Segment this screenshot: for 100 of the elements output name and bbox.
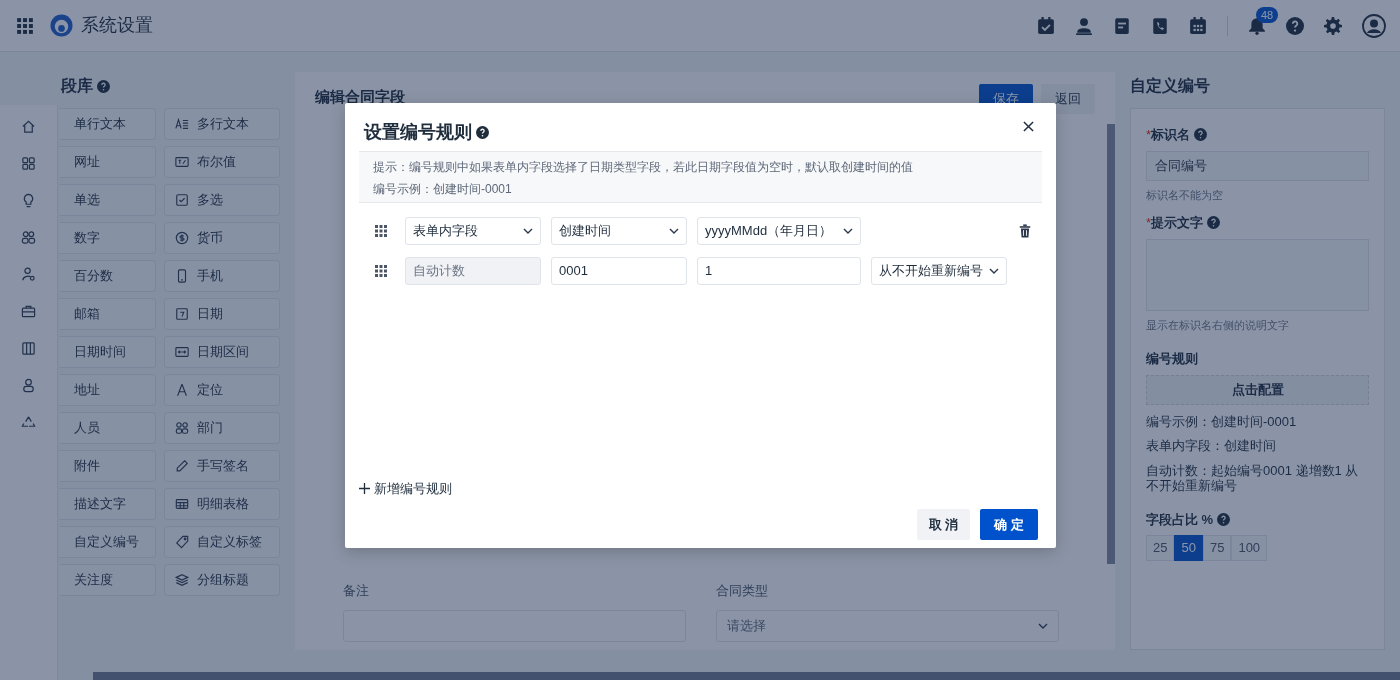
rail-person-settings-icon — [21, 267, 36, 282]
field-type-button[interactable]: 手写签名 — [164, 450, 280, 482]
add-rule-link[interactable]: 新增编号规则 — [359, 479, 452, 499]
segment-option[interactable]: 50 — [1174, 535, 1203, 561]
field-type-button[interactable]: 单选 — [59, 184, 156, 216]
help-text: 显示在标识名右侧的说明文字 — [1146, 317, 1290, 333]
summary-text: 编号示例：创建时间-0001 — [1146, 413, 1298, 430]
field-type-button[interactable]: 人员 — [59, 412, 156, 444]
rail-recycle-icon — [21, 415, 36, 430]
field-type-button[interactable]: 货币 — [164, 222, 280, 254]
drag-handle-icon — [375, 225, 387, 237]
field-label: 字段占比 % — [1146, 510, 1214, 529]
help-icon — [476, 125, 489, 139]
app-title: 系统设置 — [81, 14, 153, 37]
rail-home-icon — [21, 119, 36, 134]
field-type-button[interactable]: 描述文字 — [59, 488, 156, 520]
help-icon — [97, 79, 110, 93]
field-type-button[interactable]: 单行文本 — [59, 108, 156, 140]
input-field[interactable]: 0001 — [551, 257, 687, 285]
caret-icon — [843, 226, 853, 236]
input-field[interactable]: 1 — [697, 257, 861, 285]
rail-lightbulb-icon — [21, 193, 36, 208]
modal-title: 设置编号规则 — [364, 120, 472, 144]
apps-grid-icon — [16, 16, 34, 35]
field-type-button[interactable]: 百分数 — [59, 260, 156, 292]
select-field[interactable]: yyyyMMdd（年月日） — [697, 217, 861, 245]
field-label: *标识名 — [1146, 126, 1191, 144]
avatar-icon[interactable] — [1362, 13, 1386, 38]
layers-icon — [175, 573, 189, 587]
caret-icon — [989, 266, 999, 276]
field-type-button[interactable]: 数字 — [59, 222, 156, 254]
logo-icon — [50, 14, 73, 37]
coin-icon — [175, 231, 189, 245]
text-lines-icon — [175, 117, 189, 131]
back-button[interactable]: 返回 — [1041, 84, 1095, 114]
drag-handle-icon — [375, 265, 387, 277]
confirm-button[interactable]: 确 定 — [980, 508, 1038, 540]
field-type-button[interactable]: 布尔值 — [164, 146, 280, 178]
field-type-button[interactable]: 附件 — [59, 450, 156, 482]
configure-button[interactable]: 点击配置 — [1146, 374, 1369, 405]
input-field[interactable]: 合同编号 — [1146, 150, 1369, 181]
segment-option[interactable]: 100 — [1231, 535, 1268, 561]
calendar-icon — [175, 307, 189, 321]
field-type-button[interactable]: 多行文本 — [164, 108, 280, 140]
people-icon — [175, 421, 189, 435]
field-label: 备注 — [343, 581, 370, 600]
field-type-button[interactable]: 分组标题 — [164, 564, 280, 596]
field-type-button[interactable]: 关注度 — [59, 564, 156, 596]
field-type-button[interactable]: 部门 — [164, 412, 280, 444]
field-type-button[interactable]: 日期区间 — [164, 336, 280, 368]
notification-badge: 48 — [1256, 6, 1279, 23]
panel-title: 自定义编号 — [1130, 76, 1211, 96]
summary-text: 表单内字段：创建时间 — [1146, 438, 1277, 454]
field-type-button[interactable]: 定位 — [164, 374, 280, 406]
cancel-button[interactable]: 取 消 — [916, 508, 971, 540]
pencil-icon — [175, 459, 189, 473]
rail-user-icon — [21, 378, 36, 393]
field-type-button[interactable]: 明细表格 — [164, 488, 280, 520]
scrollbar[interactable] — [1107, 124, 1115, 564]
select-field[interactable]: 从不开始重新编号 — [871, 257, 1007, 285]
help-icon — [1286, 16, 1304, 35]
rail-grid-icon — [21, 156, 36, 171]
checkbox-icon — [175, 193, 189, 207]
help-icon — [1217, 513, 1231, 527]
field-type-button[interactable]: 邮箱 — [59, 298, 156, 330]
phone-icon — [175, 269, 189, 283]
help-text: 标识名不能为空 — [1146, 187, 1224, 203]
table-icon — [175, 497, 189, 511]
rail-people-icon — [21, 230, 36, 245]
rail-briefcase-icon — [21, 304, 36, 319]
close-icon — [1023, 121, 1034, 132]
person-icon — [1075, 16, 1093, 35]
segment-option[interactable]: 25 — [1146, 535, 1175, 561]
field-type-button[interactable]: 日期 — [164, 298, 280, 330]
field-type-button[interactable]: 自定义编号 — [59, 526, 156, 558]
hint-text: 编号示例：创建时间-0001 — [373, 181, 513, 198]
select-field[interactable]: 表单内字段 — [405, 217, 541, 245]
field-type-button[interactable]: 多选 — [164, 184, 280, 216]
caret-icon — [669, 226, 679, 236]
field-type-button[interactable]: 网址 — [59, 146, 156, 178]
calendar-icon — [1189, 16, 1207, 35]
range-icon — [175, 345, 189, 359]
field-type-button[interactable]: 日期时间 — [59, 336, 156, 368]
select-field[interactable]: 请选择 — [716, 610, 1059, 642]
switch-box-icon — [175, 155, 189, 169]
hint-text: 提示：编号规则中如果表单内字段选择了日期类型字段，若此日期字段值为空时，默认取创建时间的值 — [373, 159, 914, 176]
segment-option[interactable]: 75 — [1202, 535, 1232, 561]
section-label: 编号规则 — [1146, 350, 1199, 368]
phone-book-icon — [1151, 16, 1169, 35]
field-type-button[interactable]: 手机 — [164, 260, 280, 292]
caret-icon — [1038, 621, 1048, 631]
scrollbar[interactable] — [93, 672, 1400, 680]
triangle-icon — [175, 383, 189, 397]
field-type-button[interactable]: 地址 — [59, 374, 156, 406]
summary-text: 自动计数：起始编号0001 递增数1 从不开始重新编号 — [1146, 462, 1360, 494]
plus-icon — [359, 483, 370, 495]
document-icon — [1113, 16, 1131, 35]
help-icon — [1194, 128, 1208, 142]
select-field[interactable]: 创建时间 — [551, 217, 687, 245]
field-type-button[interactable]: 自定义标签 — [164, 526, 280, 558]
